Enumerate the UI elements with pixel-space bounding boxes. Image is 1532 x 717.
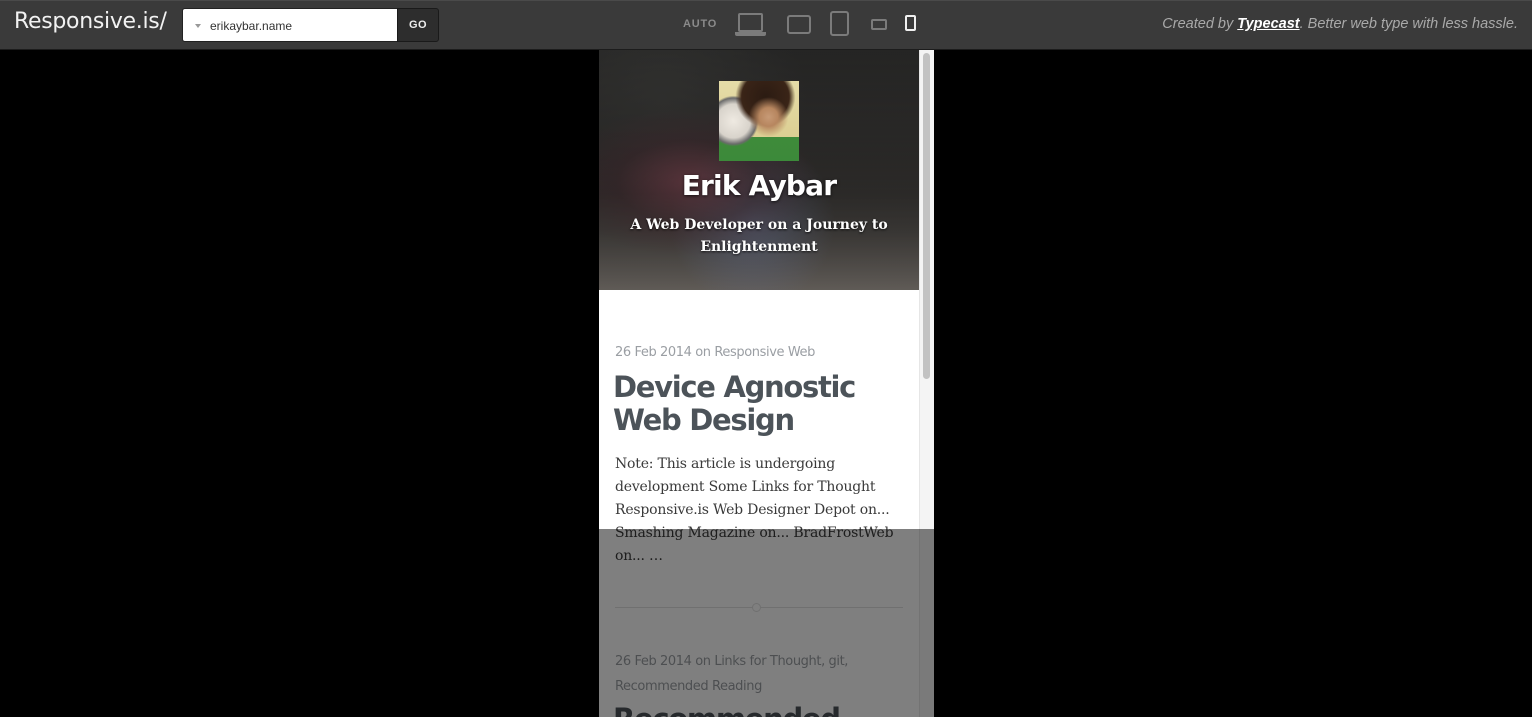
url-field[interactable] bbox=[182, 8, 397, 42]
brand-logo[interactable]: Responsive.is/ bbox=[14, 9, 167, 34]
post-meta-on: on bbox=[691, 654, 715, 669]
credit-prefix: Created by bbox=[1162, 16, 1238, 32]
scrollbar-thumb[interactable] bbox=[923, 53, 930, 379]
post-title[interactable]: Recommended bbox=[613, 703, 913, 717]
toolbar: Responsive.is/ GO AUTO Created by Typeca… bbox=[0, 0, 1532, 50]
post-title[interactable]: Device Agnostic Web Design bbox=[613, 371, 913, 437]
post-date: 26 Feb 2014 bbox=[615, 654, 692, 669]
tablet-portrait-icon[interactable] bbox=[830, 11, 849, 36]
post-meta: 26 Feb 2014 on Responsive Web bbox=[615, 340, 910, 365]
viewport-scrollbar[interactable] bbox=[919, 50, 934, 717]
typecast-link[interactable]: Typecast bbox=[1237, 16, 1299, 32]
phone-portrait-icon[interactable] bbox=[905, 15, 916, 31]
site-title[interactable]: Erik Aybar bbox=[599, 169, 919, 202]
credit-suffix: . Better web type with less hassle. bbox=[1299, 16, 1518, 32]
laptop-base-shape bbox=[735, 32, 766, 36]
laptop-screen-shape bbox=[738, 13, 763, 32]
site-tagline: A Web Developer on a Journey to Enlighte… bbox=[630, 217, 888, 255]
phone-landscape-icon[interactable] bbox=[871, 19, 887, 30]
history-dropdown-icon[interactable] bbox=[195, 24, 201, 28]
avatar[interactable] bbox=[719, 81, 799, 161]
post-divider bbox=[615, 603, 903, 612]
tablet-landscape-icon[interactable] bbox=[787, 15, 811, 34]
site-header: Erik Aybar A Web Developer on a Journey … bbox=[599, 50, 919, 290]
device-viewport[interactable]: Erik Aybar A Web Developer on a Journey … bbox=[599, 50, 934, 717]
credit-text: Created by Typecast. Better web type wit… bbox=[1162, 16, 1518, 32]
divider-dot bbox=[752, 603, 761, 612]
go-button[interactable]: GO bbox=[397, 8, 439, 42]
post-meta: 26 Feb 2014 on Links for Thought, git, R… bbox=[615, 649, 910, 699]
post-meta-on: on bbox=[691, 345, 715, 360]
post-tag-link[interactable]: Responsive Web bbox=[714, 345, 815, 360]
post-excerpt: Note: This article is undergoing develop… bbox=[615, 456, 894, 564]
laptop-icon[interactable] bbox=[735, 13, 766, 37]
auto-size-button[interactable]: AUTO bbox=[683, 18, 717, 30]
post-date: 26 Feb 2014 bbox=[615, 345, 692, 360]
url-input[interactable] bbox=[210, 17, 390, 35]
